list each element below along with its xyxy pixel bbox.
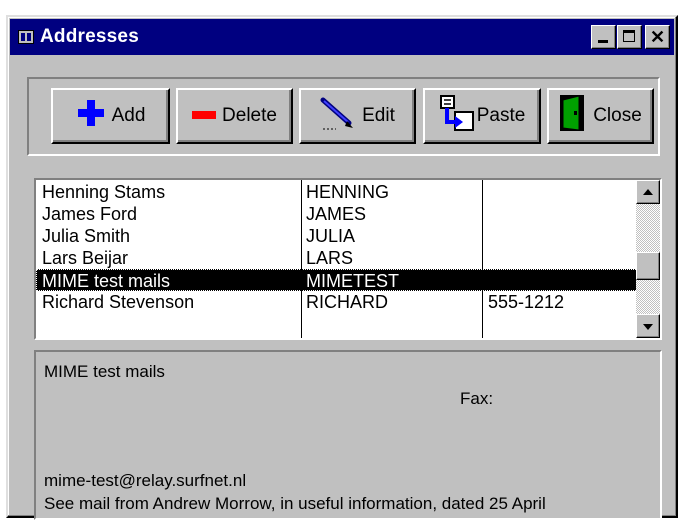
maximize-button[interactable]	[617, 25, 642, 49]
contact-alias: RICHARD	[306, 292, 389, 312]
detail-name: MIME test mails	[44, 362, 165, 381]
edit-button-label: Edit	[362, 105, 395, 126]
door-icon	[559, 94, 587, 138]
contact-phone: 555-1212	[488, 292, 565, 312]
plus-icon	[76, 98, 106, 134]
contact-alias: JAMES	[306, 204, 367, 224]
window-title: Addresses	[40, 26, 139, 47]
delete-button[interactable]: Delete	[176, 88, 293, 144]
address-list-rows: Henning Stams HENNING James Ford JAMES J…	[36, 180, 636, 338]
detail-email: mime-test@relay.surfnet.nl	[44, 471, 247, 490]
list-item-selected[interactable]: MIME test mails MIMETEST	[36, 269, 636, 291]
minus-icon	[192, 105, 217, 127]
contact-alias: MIMETEST	[306, 271, 399, 291]
pen-icon	[320, 95, 356, 137]
list-item[interactable]: Julia Smith JULIA	[36, 225, 636, 247]
contact-name: Richard Stevenson	[42, 292, 195, 312]
minimize-button[interactable]	[591, 25, 616, 49]
scroll-up-button[interactable]	[636, 180, 660, 204]
delete-button-label: Delete	[222, 105, 277, 126]
contact-alias: HENNING	[306, 182, 390, 202]
contact-name: Julia Smith	[42, 226, 131, 246]
clipboard-icon	[439, 94, 475, 138]
column-divider	[301, 180, 302, 338]
detail-fax-label: Fax:	[460, 389, 494, 408]
close-button[interactable]: Close	[547, 88, 654, 144]
add-button[interactable]: Add	[51, 88, 170, 144]
list-scrollbar[interactable]	[636, 180, 660, 338]
contact-alias: LARS	[306, 248, 354, 268]
contact-alias: JULIA	[306, 226, 356, 246]
edit-button[interactable]: Edit	[299, 88, 416, 144]
paste-button-label: Paste	[476, 105, 526, 126]
toolbar: Add Delete Edit Paste Close	[27, 77, 660, 156]
close-button-label: Close	[593, 105, 642, 126]
title-bar[interactable]: Addresses ✕	[10, 19, 674, 55]
contact-name: Henning Stams	[42, 182, 166, 202]
contact-name: James Ford	[42, 204, 138, 224]
detail-note: See mail from Andrew Morrow, in useful i…	[44, 494, 546, 513]
scroll-down-button[interactable]	[636, 314, 660, 338]
paste-button[interactable]: Paste	[423, 88, 541, 144]
close-window-button[interactable]: ✕	[645, 25, 670, 49]
detail-panel: MIME test mails Fax: mime-test@relay.sur…	[34, 350, 662, 520]
app-icon[interactable]	[18, 30, 34, 44]
column-divider	[482, 180, 483, 338]
address-list[interactable]: Henning Stams HENNING James Ford JAMES J…	[34, 178, 662, 340]
contact-name: MIME test mails	[42, 271, 171, 291]
add-button-label: Add	[111, 105, 146, 126]
list-item[interactable]: Lars Beijar LARS	[36, 247, 636, 269]
list-item[interactable]: Henning Stams HENNING	[36, 181, 636, 203]
scrollbar-thumb[interactable]	[636, 252, 660, 280]
addresses-window: Addresses ✕ Add Delete Edit Paste Close …	[6, 15, 678, 520]
list-item[interactable]: James Ford JAMES	[36, 203, 636, 225]
list-item[interactable]: Richard Stevenson RICHARD 555-1212	[36, 291, 636, 313]
close-icon: ✕	[649, 27, 666, 47]
contact-name: Lars Beijar	[42, 248, 129, 268]
